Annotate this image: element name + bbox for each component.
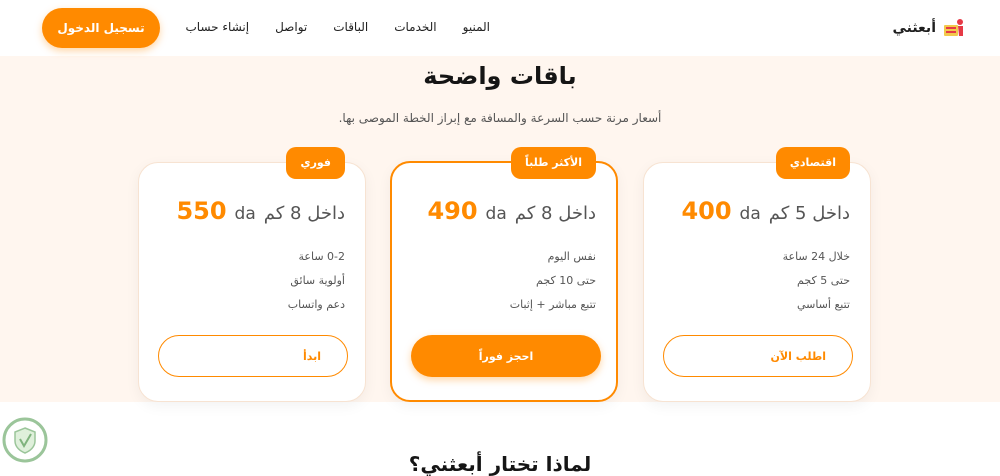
plan-badge: فوري [286, 147, 345, 179]
price-amount: 550 [176, 197, 227, 225]
plan-price: داخل 5 كم da 400 [681, 197, 850, 225]
plan-features: خلال 24 ساعة حتى 5 كجم تتبع أساسي [783, 245, 850, 317]
delivery-logo-icon [944, 19, 963, 36]
price-description: داخل 8 كم [514, 203, 596, 224]
nav-contact[interactable]: تواصل [275, 20, 307, 34]
next-section-heading: لماذا تختار أبعثني؟ [408, 452, 592, 476]
plan-features: نفس اليوم حتى 10 كجم تتبع مباشر + إثبات [510, 245, 596, 317]
feature-item: دعم واتساب [287, 298, 345, 311]
plan-card-instant: فوري داخل 8 كم da 550 0-2 ساعة أولوية سا… [138, 147, 366, 402]
feature-item: تتبع مباشر + إثبات [509, 298, 596, 311]
plan-card-popular: الأكثر طلباً داخل 8 كم da 490 نفس اليوم … [390, 147, 618, 402]
section-title: باقات واضحة [423, 62, 577, 90]
nav-services[interactable]: الخدمات [394, 20, 436, 34]
nav-register[interactable]: إنشاء حساب [186, 20, 250, 34]
feature-item: حتى 10 كجم [536, 274, 596, 287]
plan-price: داخل 8 كم da 490 [427, 197, 596, 225]
feature-item: تتبع أساسي [796, 298, 850, 311]
price-currency: da [739, 204, 761, 224]
price-description: داخل 8 كم [263, 203, 345, 224]
feature-item: أولوية سائق [290, 274, 345, 287]
price-amount: 490 [427, 197, 478, 225]
plan-badge: اقتصادي [775, 147, 850, 179]
plan-price: داخل 8 كم da 550 [176, 197, 345, 225]
feature-item: نفس اليوم [547, 250, 596, 263]
price-description: داخل 5 كم [768, 203, 850, 224]
shield-watermark-icon [2, 417, 48, 463]
feature-item: 0-2 ساعة [298, 250, 346, 263]
main-nav: المنيو الخدمات الباقات تواصل إنشاء حساب [186, 20, 491, 34]
price-currency: da [485, 204, 507, 224]
login-button[interactable]: تسجيل الدخول [42, 8, 160, 48]
plan-card-economy: اقتصادي داخل 5 كم da 400 خلال 24 ساعة حت… [643, 147, 871, 402]
brand-name: أبعثني [892, 20, 936, 36]
price-amount: 400 [681, 197, 732, 225]
book-now-button[interactable]: احجز فوراً [411, 335, 601, 377]
feature-item: حتى 5 كجم [797, 274, 850, 287]
site-header: أبعثني المنيو الخدمات الباقات تواصل إنشا… [0, 0, 1000, 56]
nav-packages[interactable]: الباقات [333, 20, 368, 34]
price-currency: da [234, 204, 256, 224]
start-button[interactable]: ابدأ [158, 335, 348, 377]
nav-menu[interactable]: المنيو [463, 20, 490, 34]
plan-features: 0-2 ساعة أولوية سائق دعم واتساب [288, 245, 345, 317]
feature-item: خلال 24 ساعة [782, 250, 850, 263]
order-now-button[interactable]: اطلب الآن [663, 335, 853, 377]
section-subtitle: أسعار مرنة حسب السرعة والمسافة مع إبراز … [338, 111, 662, 125]
plan-badge: الأكثر طلباً [511, 147, 596, 179]
brand[interactable]: أبعثني [892, 16, 966, 40]
pricing-section: باقات واضحة أسعار مرنة حسب السرعة والمسا… [0, 56, 1000, 402]
